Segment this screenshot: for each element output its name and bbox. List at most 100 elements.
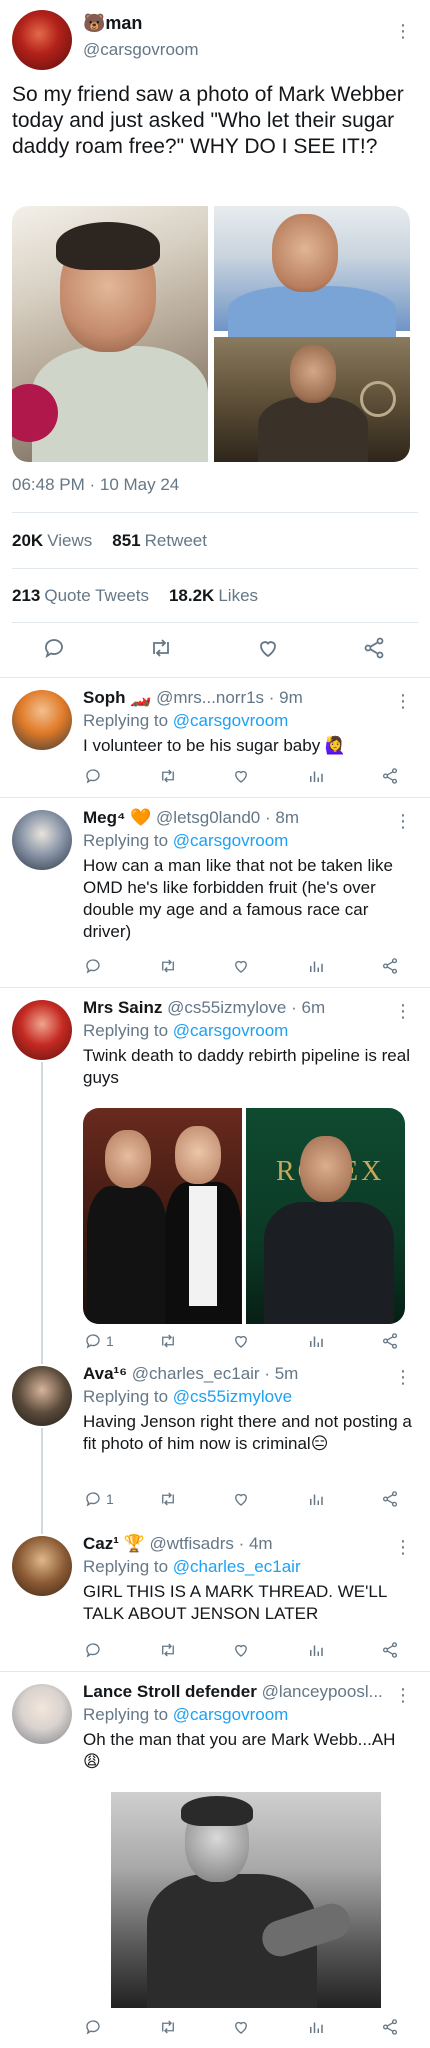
retweet-icon[interactable] <box>158 1332 178 1350</box>
tweet-timestamp[interactable]: 06:48 PM · 10 May 24 <box>12 475 179 495</box>
display-name[interactable]: Lance Stroll defender <box>83 1682 257 1701</box>
reply-text: I volunteer to be his sugar baby 🙋‍♀️ <box>83 736 347 755</box>
media-photo-1[interactable] <box>83 1108 242 1324</box>
reply-tweet[interactable]: Caz¹ 🏆 @wtfisadrs · 4m ⋮ Replying to @ch… <box>0 1524 430 1672</box>
more-icon[interactable]: ⋮ <box>394 692 412 710</box>
avatar[interactable] <box>12 1684 72 1744</box>
reply-icon[interactable]: 1 <box>84 1490 114 1508</box>
more-icon[interactable]: ⋮ <box>394 1686 412 1704</box>
share-icon[interactable] <box>381 1490 399 1508</box>
likes-count[interactable]: 18.2K <box>169 586 214 605</box>
handle[interactable]: @wtfisadrs <box>150 1534 234 1553</box>
more-icon[interactable]: ⋮ <box>394 22 412 40</box>
avatar[interactable] <box>12 10 72 70</box>
reply-icon[interactable] <box>84 767 106 785</box>
avatar[interactable] <box>12 1366 72 1426</box>
handle[interactable]: @mrs...norr1s <box>156 688 264 707</box>
replying-to-link[interactable]: @carsgovroom <box>173 1021 289 1040</box>
replying-to-link[interactable]: @carsgovroom <box>173 1705 289 1724</box>
display-name[interactable]: Meg⁴ 🧡 <box>83 808 151 827</box>
replying-to-link[interactable]: @carsgovroom <box>173 711 289 730</box>
likes-label[interactable]: Likes <box>218 586 258 605</box>
avatar[interactable] <box>12 1000 72 1060</box>
heart-icon[interactable] <box>232 767 250 785</box>
retweet-icon[interactable] <box>158 957 178 975</box>
reply-icon[interactable] <box>84 957 106 975</box>
reply-time[interactable]: · 8m <box>265 808 299 827</box>
heart-icon[interactable] <box>232 1490 250 1508</box>
avatar[interactable] <box>12 810 72 870</box>
more-icon[interactable]: ⋮ <box>394 812 412 830</box>
analytics-icon[interactable] <box>307 1332 325 1350</box>
retweet-icon[interactable] <box>158 1490 178 1508</box>
media-photo-3[interactable] <box>214 337 410 462</box>
heart-icon[interactable] <box>232 1332 250 1350</box>
media-photo-2[interactable]: ROLEX <box>246 1108 405 1324</box>
reply-icon[interactable] <box>84 1641 106 1659</box>
divider <box>12 568 418 569</box>
more-icon[interactable]: ⋮ <box>394 1368 412 1386</box>
media-photo-2[interactable] <box>214 206 410 346</box>
handle[interactable]: @carsgovroom <box>83 40 199 60</box>
display-name[interactable]: Mrs Sainz <box>83 998 162 1017</box>
display-name[interactable]: Ava¹⁶ <box>83 1364 127 1383</box>
reply-tweet[interactable]: Ava¹⁶ @charles_ec1air · 5m ⋮ Replying to… <box>0 1354 430 1524</box>
media-photo-1[interactable] <box>12 206 208 462</box>
reply-tweet[interactable]: Soph 🏎️ @mrs...norr1s · 9m ⋮ Replying to… <box>0 678 430 798</box>
quotes-label[interactable]: Quote Tweets <box>44 586 149 605</box>
reply-time[interactable]: · 5m <box>264 1364 298 1383</box>
reply-icon[interactable]: 1 <box>84 1332 114 1350</box>
handle[interactable]: @charles_ec1air <box>132 1364 260 1383</box>
more-icon[interactable]: ⋮ <box>394 1002 412 1020</box>
reply-text: Twink death to daddy rebirth pipeline is… <box>83 1046 410 1087</box>
retweets-count[interactable]: 851 <box>112 531 140 550</box>
share-icon[interactable] <box>381 1641 399 1659</box>
replying-to-link[interactable]: @cs55izmylove <box>173 1387 292 1406</box>
heart-icon[interactable] <box>232 1641 250 1659</box>
retweets-label[interactable]: Retweet <box>145 531 207 550</box>
reply-icon[interactable] <box>84 2018 106 2036</box>
analytics-icon[interactable] <box>307 2018 325 2036</box>
avatar[interactable] <box>12 690 72 750</box>
retweet-icon[interactable] <box>158 1641 178 1659</box>
heart-icon[interactable] <box>232 957 250 975</box>
display-name[interactable]: 🐻man <box>83 13 142 34</box>
reply-time[interactable]: · 9m <box>269 688 303 707</box>
tweet-media[interactable] <box>12 206 410 462</box>
handle[interactable]: @lanceypoosl... <box>262 1682 383 1701</box>
heart-icon[interactable] <box>232 2018 250 2036</box>
more-icon[interactable]: ⋮ <box>394 1538 412 1556</box>
analytics-icon[interactable] <box>307 767 325 785</box>
analytics-icon[interactable] <box>307 1490 325 1508</box>
display-name[interactable]: Caz¹ 🏆 <box>83 1534 145 1553</box>
retweet-icon[interactable] <box>148 636 174 660</box>
heart-icon[interactable] <box>256 636 280 660</box>
replying-to-link[interactable]: @carsgovroom <box>173 831 289 850</box>
share-icon[interactable] <box>362 636 386 660</box>
reply-tweet[interactable]: Mrs Sainz @cs55izmylove · 6m ⋮ Replying … <box>0 988 430 1354</box>
replying-to-link[interactable]: @charles_ec1air <box>173 1557 301 1576</box>
reply-media[interactable]: ROLEX <box>83 1108 405 1324</box>
retweet-icon[interactable] <box>158 2018 178 2036</box>
views-label: Views <box>47 531 93 550</box>
handle[interactable]: @cs55izmylove <box>167 998 286 1017</box>
analytics-icon[interactable] <box>307 957 325 975</box>
share-icon[interactable] <box>381 957 399 975</box>
avatar[interactable] <box>12 1536 72 1596</box>
reply-media[interactable] <box>111 1792 381 2008</box>
reply-time[interactable]: · 4m <box>239 1534 273 1553</box>
share-icon[interactable] <box>381 2018 399 2036</box>
retweet-icon[interactable] <box>158 767 178 785</box>
quotes-count[interactable]: 213 <box>12 586 40 605</box>
tweet-text: So my friend saw a photo of Mark Webber … <box>12 83 404 158</box>
share-icon[interactable] <box>381 767 399 785</box>
handle[interactable]: @letsg0land0 <box>156 808 260 827</box>
reply-icon[interactable] <box>42 636 66 660</box>
reply-header: Meg⁴ 🧡 @letsg0land0 · 8m <box>83 808 299 828</box>
share-icon[interactable] <box>381 1332 399 1350</box>
display-name[interactable]: Soph 🏎️ <box>83 688 151 707</box>
reply-tweet[interactable]: Lance Stroll defender @lanceypoosl... ⋮ … <box>0 1672 430 2048</box>
reply-time[interactable]: · 6m <box>291 998 325 1017</box>
analytics-icon[interactable] <box>307 1641 325 1659</box>
reply-tweet[interactable]: Meg⁴ 🧡 @letsg0land0 · 8m ⋮ Replying to @… <box>0 798 430 988</box>
